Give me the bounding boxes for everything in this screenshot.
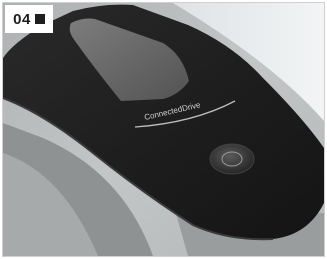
square-icon [34,14,45,24]
step-number: 04 [13,10,31,28]
step-badge: 04 [5,5,53,33]
overhead-module-photo: ConnectedDrive [3,3,324,256]
sos-button [209,143,255,175]
photo-frame: ConnectedDrive 04 [2,2,325,257]
